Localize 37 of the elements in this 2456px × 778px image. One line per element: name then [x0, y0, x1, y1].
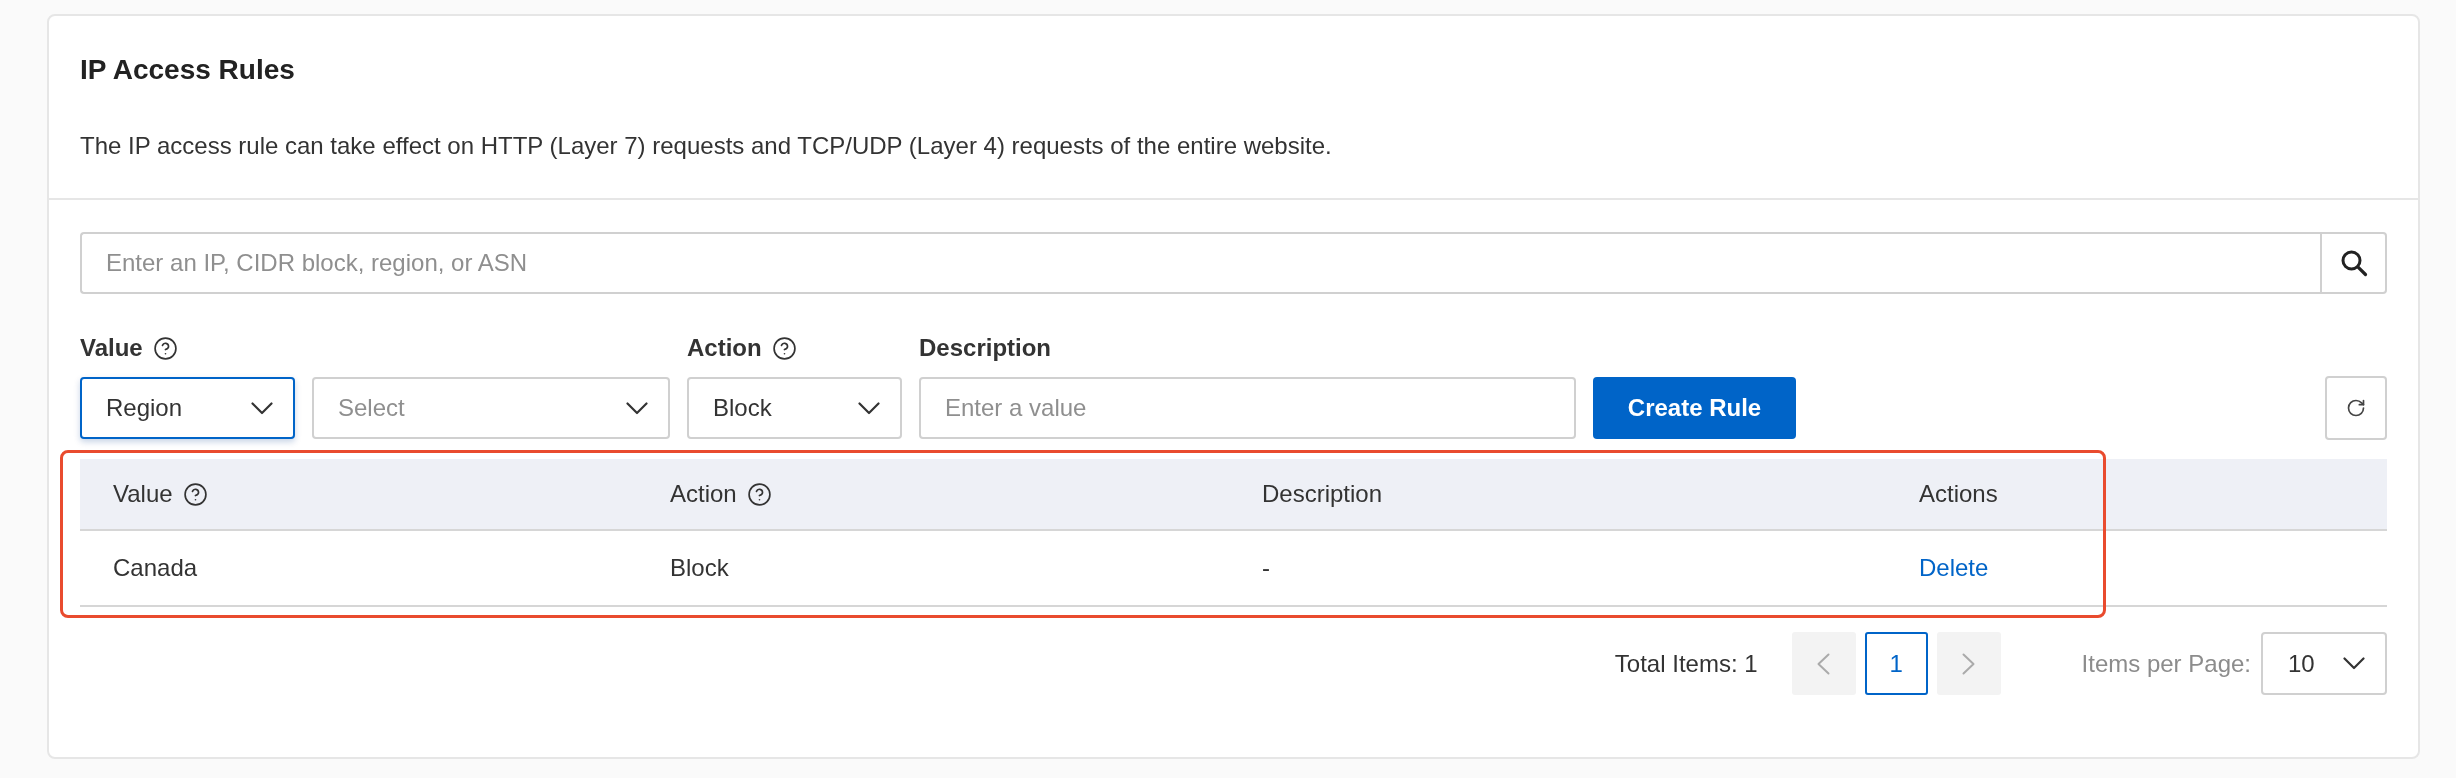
field-label: Value	[80, 333, 143, 363]
help-icon[interactable]	[746, 481, 772, 507]
search-icon	[2339, 249, 2368, 277]
search-field[interactable]: Enter an IP, CIDR block, region, or ASN	[80, 232, 2320, 294]
page-button[interactable]: 1	[1864, 632, 1928, 695]
chevron-right-icon	[1962, 652, 1976, 675]
chevron-down-icon	[626, 401, 648, 415]
type-dropdown[interactable]: Region	[80, 377, 295, 439]
delete-link[interactable]: Delete	[1919, 554, 1989, 581]
value-dropdown[interactable]: Select	[312, 377, 670, 439]
column-header: Action	[670, 479, 737, 509]
page-size-dropdown[interactable]: 10	[2261, 632, 2387, 695]
action-dropdown[interactable]: Block	[687, 377, 902, 439]
chevron-down-icon	[251, 401, 273, 415]
field-label: Action	[687, 333, 762, 363]
description-field[interactable]: Enter a value	[919, 377, 1576, 439]
help-icon[interactable]	[771, 335, 797, 361]
help-icon[interactable]	[182, 481, 208, 507]
refresh-icon	[2346, 398, 2366, 418]
total-items: Total Items: 1	[1614, 649, 1758, 678]
search-button[interactable]	[2320, 232, 2387, 294]
card-description: The IP access rule can take effect on HTTP (Layer 7) requests and TCP/UDP (Layer 4) requests of the entire website.	[80, 131, 1332, 161]
column-header: Actions	[1919, 479, 1998, 509]
card-title: IP Access Rules	[80, 53, 295, 87]
chevron-left-icon	[1817, 652, 1831, 675]
help-icon[interactable]	[152, 335, 178, 361]
column-header: Value	[113, 479, 173, 509]
table-cell-text: Canada	[112, 553, 199, 583]
refresh-button[interactable]	[2325, 376, 2387, 440]
column-header: Description	[1262, 479, 1383, 509]
page-size-label: Items per Page:	[2081, 649, 2251, 678]
table-cell-text: Block	[669, 553, 730, 583]
create-rule-button[interactable]: Create Rule	[1593, 377, 1796, 439]
chevron-down-icon	[2343, 657, 2365, 670]
table-cell-text: -	[1261, 553, 1271, 583]
field-label: Description	[919, 333, 1052, 363]
chevron-down-icon	[858, 401, 880, 415]
